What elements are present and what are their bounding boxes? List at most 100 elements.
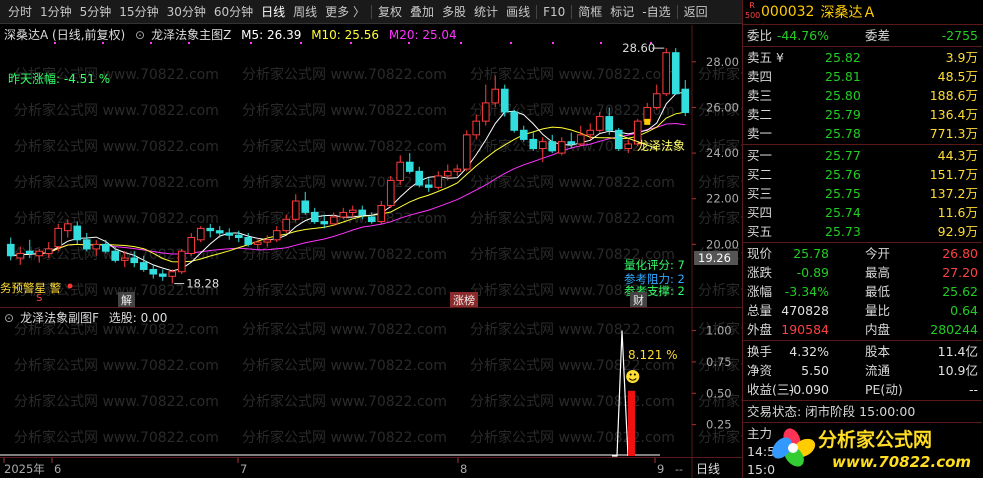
quote-label: 现价 (747, 246, 773, 261)
candle[interactable] (671, 48, 680, 95)
candle[interactable] (54, 223, 63, 252)
cai-badge[interactable]: 财 (630, 292, 647, 308)
quote-row: 现价 25.78 今开 26.80 (743, 244, 982, 263)
yesterday-change: 昨天涨幅: -4.51 % (8, 72, 111, 86)
x-tick-label: 9 (657, 462, 664, 476)
bid-row[interactable]: 买四 25.74 11.6万 (743, 203, 982, 222)
watermark-text: 分析家公式网 www.70822.com (14, 429, 219, 446)
candle[interactable] (168, 269, 177, 284)
quote-label: 收益(三) (747, 382, 795, 397)
toolbar-item[interactable]: 统计 (470, 0, 502, 24)
candle[interactable] (377, 201, 386, 224)
candle[interactable] (82, 232, 91, 252)
watermark-text: 分析家公式网 www.70822.com (14, 102, 219, 119)
candle[interactable] (681, 80, 690, 117)
watermark-text: 分析家公式网 www.70822.com (242, 393, 447, 410)
candle[interactable] (177, 248, 186, 275)
candle[interactable] (187, 232, 196, 256)
watermark-text: 分析家公式网 www.70822.com (242, 102, 447, 119)
gear-icon[interactable]: ⊙ (135, 28, 145, 42)
gear-icon[interactable]: ⊙ (4, 311, 14, 325)
toolbar-item[interactable]: 分时 (4, 0, 36, 24)
toolbar-item[interactable]: 日线 (257, 0, 289, 24)
sub-chart-panel[interactable]: 分析家公式网 www.70822.com 分析家公式网 www.70822.com… (0, 307, 903, 458)
ask-row[interactable]: 卖五 ¥25.82 3.9万 (743, 48, 982, 67)
signal-dot (600, 42, 602, 44)
candle[interactable] (386, 175, 395, 208)
candle[interactable] (462, 130, 471, 172)
toolbar-item[interactable]: 30分钟 (163, 0, 210, 24)
candle[interactable] (519, 125, 528, 142)
candle[interactable] (548, 134, 557, 154)
toolbar-item[interactable]: 简框 (574, 0, 606, 24)
toolbar-item[interactable]: 周线 (289, 0, 321, 24)
toolbar-item[interactable]: 1分钟 (36, 0, 76, 24)
toolbar-item[interactable]: 返回 (680, 0, 712, 24)
bid-row[interactable]: 买一 25.77 44.3万 (743, 146, 982, 165)
bid-row[interactable]: 买三 25.75 137.2万 (743, 184, 982, 203)
site-logo: 分析家公式网 www.70822.com (770, 420, 982, 476)
toolbar-item[interactable]: F10 (539, 0, 569, 24)
jie-badge[interactable]: 解 (118, 292, 135, 308)
candle[interactable] (453, 164, 462, 176)
toolbar-item[interactable]: 5分钟 (76, 0, 116, 24)
zhangbang-badge[interactable]: 涨榜 (450, 292, 478, 308)
sub-y-tick-label: 1.00 (706, 324, 732, 338)
candle[interactable] (272, 226, 281, 243)
toolbar-item[interactable]: 多股 (438, 0, 470, 24)
quote-value: 5.50 (801, 363, 829, 378)
candle[interactable] (652, 84, 661, 110)
candle[interactable] (415, 166, 424, 188)
candle[interactable] (500, 84, 509, 117)
candle[interactable] (662, 48, 671, 97)
candle[interactable] (396, 155, 405, 186)
quote-label: 量比 (865, 303, 891, 318)
ask-row[interactable]: 卖三 25.80 188.6万 (743, 86, 982, 105)
candle[interactable] (225, 228, 234, 240)
candle[interactable] (529, 132, 538, 151)
ask-row[interactable]: 卖二 25.79 136.4万 (743, 105, 982, 124)
candle[interactable] (263, 235, 272, 247)
quote-label: 外盘 (747, 322, 773, 337)
watermark-text: 分析家公式网 www.70822.com (242, 66, 447, 83)
toolbar-item[interactable]: 更多 〉 (321, 0, 369, 24)
trade-status: 交易状态: 闭市阶段 15:00:00 (747, 404, 916, 419)
quote-value: 280244 (930, 322, 978, 337)
watermark-text: 分析家公式网 www.70822.com (242, 429, 447, 446)
toolbar-item[interactable]: 60分钟 (210, 0, 257, 24)
toolbar-item[interactable]: 画线 (502, 0, 534, 24)
toolbar-item[interactable]: 15分钟 (115, 0, 162, 24)
candle[interactable] (405, 153, 414, 174)
candle[interactable] (234, 230, 243, 243)
y-tick-label: 28.00 (706, 55, 739, 69)
ask-row[interactable]: 卖一 25.78 771.3万 (743, 124, 982, 143)
candle[interactable] (149, 264, 158, 279)
watermark-text: 分析家公式网 www.70822.com (698, 210, 742, 227)
quote-value: 26.80 (942, 246, 978, 261)
period-button[interactable]: 日线 (696, 460, 720, 477)
watermark-text: 分析家公式网 www.70822.com (242, 357, 447, 374)
candle[interactable] (158, 269, 167, 281)
bid-row[interactable]: 买二 25.76 151.7万 (743, 165, 982, 184)
watermark-text: 分析家公式网 www.70822.com (470, 174, 675, 191)
stock-name: 深桑达Ａ (820, 5, 877, 21)
candle[interactable] (101, 239, 110, 254)
y-tick-label: 26.00 (706, 100, 739, 114)
candle[interactable] (576, 125, 585, 147)
bid-row[interactable]: 买五 25.73 92.9万 (743, 222, 982, 241)
toolbar-item[interactable]: -自选 (638, 0, 674, 24)
toolbar-item[interactable]: 叠加 (406, 0, 438, 24)
quote-row: 外盘 190584 内盘 280244 (743, 320, 982, 339)
candle[interactable] (196, 226, 205, 243)
candle[interactable] (614, 127, 623, 151)
quote-row: 换手 4.32% 股本 11.4亿 (743, 342, 982, 361)
candle[interactable] (301, 191, 310, 215)
toolbar-item[interactable]: 标记 (606, 0, 638, 24)
quote-row: 涨跌 -0.89 最高 27.20 (743, 263, 982, 282)
main-chart-panel[interactable]: 分析家公式网 www.70822.com 分析家公式网 www.70822.com… (0, 25, 903, 308)
ask-row[interactable]: 卖四 25.81 48.5万 (743, 67, 982, 86)
toolbar-item[interactable]: 复权 (374, 0, 406, 24)
candle[interactable] (481, 84, 490, 126)
candle[interactable] (510, 109, 519, 133)
candle[interactable] (291, 194, 300, 222)
